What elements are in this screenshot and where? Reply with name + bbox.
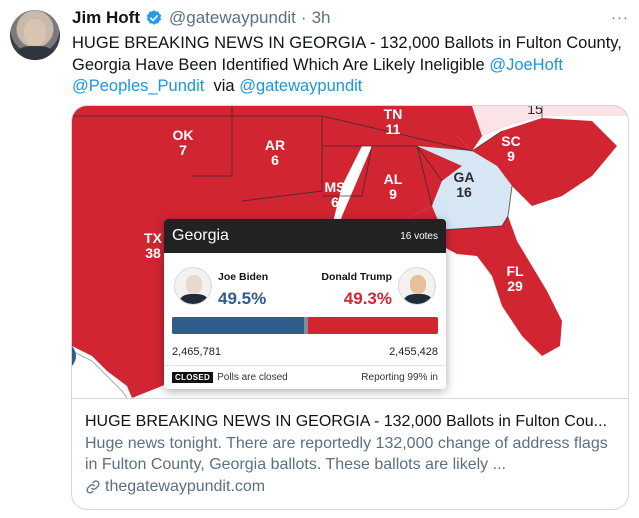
state-label-ga: GA 16 <box>453 169 475 200</box>
state-label-al: AL 9 <box>383 171 403 202</box>
popup-header: Georgia 16 votes <box>164 219 446 253</box>
rep-vote-count: 2,455,428 <box>389 346 438 358</box>
state-label-fl: FL 29 <box>506 263 524 294</box>
mention-peoples-pundit[interactable]: @Peoples_Pundit <box>72 77 204 95</box>
polls-closed-text: Polls are closed <box>217 372 288 383</box>
card-title[interactable]: HUGE BREAKING NEWS IN GEORGIA - 132,000 … <box>85 411 617 432</box>
share-divider <box>303 317 308 334</box>
tweet-timestamp[interactable]: 3h <box>312 8 331 28</box>
rep-candidate-name: Donald Trump <box>321 271 392 283</box>
tweet-header: Jim Hoft @gatewaypundit · 3h ··· <box>72 7 629 29</box>
popup-electoral-votes: 16 votes <box>400 230 438 242</box>
card-description: Huge news tonight. There are reportedly … <box>85 435 608 473</box>
trump-head <box>410 275 426 294</box>
biden-suit <box>180 294 208 304</box>
verified-badge-icon <box>146 10 162 25</box>
popup-footer: CLOSED Polls are closed Reporting 99% in <box>164 365 446 389</box>
biden-head <box>186 275 202 294</box>
separator-dot: · <box>300 8 307 27</box>
card-domain[interactable]: thegatewaypundit.com <box>85 478 617 496</box>
avatar-face <box>24 19 46 46</box>
state-label-nc: 15 <box>527 106 543 117</box>
author-avatar[interactable] <box>10 10 60 60</box>
link-icon <box>86 480 100 494</box>
biden-photo <box>174 267 212 305</box>
tweet-text: HUGE BREAKING NEWS IN GEORGIA - 132,000 … <box>72 33 632 98</box>
state-label-ok: OK 7 <box>172 127 194 158</box>
dem-candidate-name: Joe Biden <box>218 271 269 283</box>
dem-vote-count: 2,465,781 <box>172 346 221 358</box>
rep-percentage: 49.3% <box>343 289 392 308</box>
dem-share-fill <box>172 317 304 334</box>
reporting-status: Reporting 99% in <box>361 372 438 383</box>
state-label-ar: AR 6 <box>264 137 286 168</box>
polls-status: CLOSED Polls are closed <box>172 372 288 383</box>
author-handle[interactable]: @gatewaypundit <box>169 8 296 28</box>
closed-badge: CLOSED <box>172 372 214 383</box>
mention-joehoft[interactable]: @JoeHoft <box>489 56 563 74</box>
avatar-shirt <box>16 46 54 60</box>
more-options-icon[interactable]: ··· <box>611 9 629 26</box>
mention-gatewaypundit[interactable]: @gatewaypundit <box>239 77 362 95</box>
via-text: via <box>213 77 235 95</box>
state-result-popup: Georgia 16 votes Joe Biden 49.5% Donald … <box>164 219 446 389</box>
dem-percentage: 49.5% <box>218 289 267 308</box>
link-card[interactable]: OK 7 AR 6 TN 11 15 SC 9 MS 6 AL 9 GA 16 TX 38 FL… <box>71 105 629 510</box>
trump-photo <box>398 267 436 305</box>
state-label-tn: TN 11 <box>383 106 403 137</box>
vote-share-bar <box>172 317 438 334</box>
author-name[interactable]: Jim Hoft <box>72 8 140 28</box>
state-label-ms: MS 6 <box>324 179 346 210</box>
popup-state-name: Georgia <box>172 227 229 244</box>
card-info[interactable]: HUGE BREAKING NEWS IN GEORGIA - 132,000 … <box>72 398 628 509</box>
state-label-sc: SC 9 <box>501 133 521 164</box>
election-map: OK 7 AR 6 TN 11 15 SC 9 MS 6 AL 9 GA 16 TX 38 FL… <box>72 106 628 398</box>
card-domain-text: thegatewaypundit.com <box>105 478 266 495</box>
trump-suit <box>404 294 432 304</box>
